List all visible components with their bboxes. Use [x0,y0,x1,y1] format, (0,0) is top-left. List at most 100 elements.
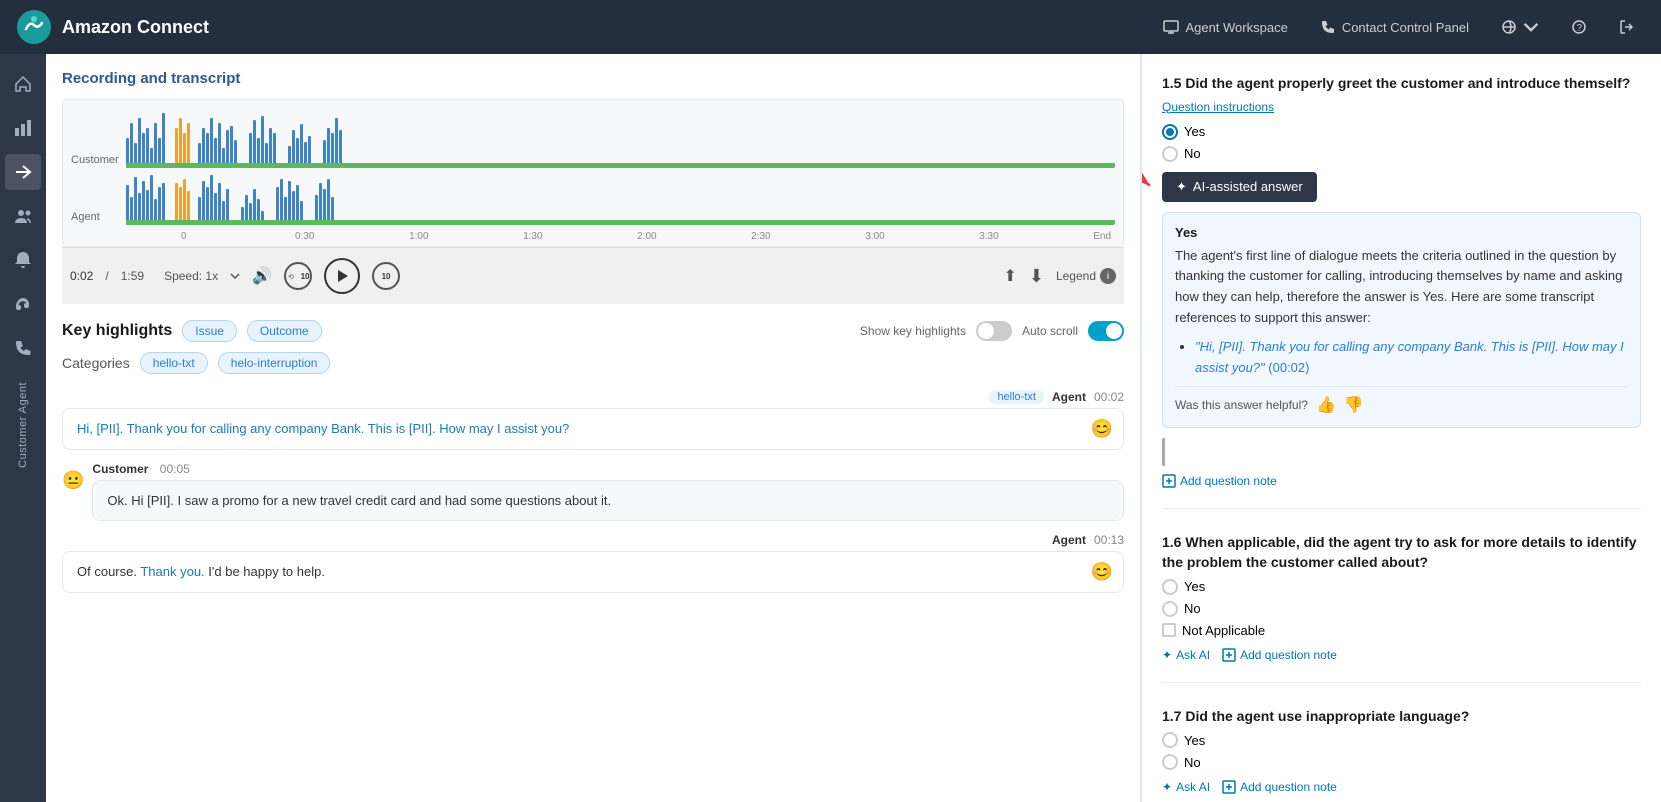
question-instructions-link[interactable]: Question instructions [1162,100,1641,114]
highlights-controls: Show key highlights Auto scroll [860,321,1124,341]
q1-6-actions: ✦ Ask AI Add question note [1162,648,1641,662]
question-1-6-text: 1.6 When applicable, did the agent try t… [1162,533,1641,572]
right-panel: 1.5 Did the agent properly greet the cus… [1141,54,1661,802]
legend-label: Legend [1056,269,1096,283]
q1-7-no-radio[interactable] [1162,754,1178,770]
agent-waveform-bars [126,170,1115,225]
sidebar-item-headset[interactable] [5,286,41,322]
transcript-time-2: 00:05 [160,462,190,476]
help-btn[interactable]: ? [1561,13,1597,41]
help-icon: ? [1571,19,1587,35]
ai-assisted-answer-btn[interactable]: ✦ AI-assisted answer [1162,172,1317,202]
add-note-label-1-7: Add question note [1240,780,1337,794]
transcript-time-1: 00:02 [1094,390,1124,404]
add-note-label-1-5: Add question note [1180,474,1277,488]
q1-6-no-option[interactable]: No [1162,601,1641,617]
q1-6-na-option[interactable]: Not Applicable [1162,623,1641,638]
legend-btn[interactable]: Legend i [1056,268,1116,284]
thumbs-down-btn[interactable]: 👎 [1344,395,1364,415]
ai-answer-label: Yes [1175,225,1628,240]
playback-controls: 0:02 / 1:59 Speed: 1x 🔊 ⟲ 10 10 ⬆ [62,247,1124,304]
sidebar-item-analytics[interactable] [5,110,41,146]
q1-7-no-option[interactable]: No [1162,754,1641,770]
sidebar-item-phone[interactable] [5,330,41,366]
note-icon [1162,474,1176,488]
sidebar: Customer Agent [0,54,46,802]
category-tag-hello-txt[interactable]: hello-txt [140,352,208,374]
question-1-7-text: 1.7 Did the agent use inappropriate lang… [1162,707,1641,727]
volume-icon[interactable]: 🔊 [252,266,272,286]
outcome-tag[interactable]: Outcome [247,320,322,342]
customer-waveform-bars [126,108,1115,168]
phone-icon [1320,19,1336,35]
sidebar-item-users[interactable] [5,198,41,234]
sparkle-ask-icon: ✦ [1162,648,1172,662]
q1-6-no-radio[interactable] [1162,601,1178,617]
skip-forward-btn[interactable]: 10 [372,262,400,290]
categories-row: Categories hello-txt helo-interruption [62,352,1124,374]
q1-5-yes-radio[interactable] [1162,124,1178,140]
question-1-5-text: 1.5 Did the agent properly greet the cus… [1162,74,1641,94]
left-panel: Recording and transcript Customer [46,54,1141,802]
transcript-time-3: 00:13 [1094,533,1124,547]
show-highlights-toggle[interactable] [976,321,1012,341]
q1-7-yes-option[interactable]: Yes [1162,732,1641,748]
highlights-header: Key highlights Issue Outcome Show key hi… [62,320,1124,342]
q1-7-yes-radio[interactable] [1162,732,1178,748]
chevron-down-speed-icon[interactable] [230,273,240,279]
customer-agent-label: Customer Agent [17,382,29,468]
globe-btn[interactable] [1491,13,1549,41]
ask-ai-btn-1-6[interactable]: ✦ Ask AI [1162,648,1210,662]
ask-ai-btn-1-7[interactable]: ✦ Ask AI [1162,780,1210,794]
skip-back-btn[interactable]: ⟲ 10 [284,262,312,290]
transcript-meta-1: hello-txt Agent 00:02 [62,390,1124,404]
auto-scroll-toggle[interactable] [1088,321,1124,341]
q1-5-yes-option[interactable]: Yes [1162,124,1641,140]
helpful-label: Was this answer helpful? [1175,398,1308,412]
top-nav: Amazon Connect Agent Workspace Contact C… [0,0,1661,54]
q1-5-no-option[interactable]: No [1162,146,1641,162]
q1-7-actions: ✦ Ask AI Add question note [1162,780,1641,794]
transcript-speaker-2: Customer [92,462,148,476]
recording-title: Recording and transcript [62,70,1124,87]
transcript-emoji-2: 😐 [62,470,84,491]
contact-control-panel-btn[interactable]: Contact Control Panel [1310,13,1479,41]
logout-btn[interactable] [1609,13,1645,41]
q1-6-yes-radio[interactable] [1162,579,1178,595]
highlights-section: Key highlights Issue Outcome Show key hi… [62,304,1124,613]
add-question-note-1-6[interactable]: Add question note [1222,648,1337,662]
transcript-tag-hello-txt: hello-txt [989,390,1044,404]
add-question-note-1-5[interactable]: Add question note [1162,474,1641,488]
issue-tag[interactable]: Issue [182,320,237,342]
category-tag-helo-interruption[interactable]: helo-interruption [218,352,331,374]
sidebar-item-notifications[interactable] [5,242,41,278]
note-icon-3 [1222,780,1236,794]
sparkle-ask-icon-2: ✦ [1162,780,1172,794]
speed-label: Speed: 1x [164,269,218,283]
download-icon[interactable]: ⬇ [1029,266,1044,287]
agent-workspace-btn[interactable]: Agent Workspace [1153,13,1297,41]
globe-icon [1501,19,1517,35]
sparkle-icon: ✦ [1176,179,1187,195]
svg-text:?: ? [1577,23,1583,34]
transcript-text-3: Of course. Thank you. I'd be happy to he… [77,564,325,579]
share-icon[interactable]: ⬆ [1003,266,1016,286]
q1-5-no-radio[interactable] [1162,146,1178,162]
ask-ai-label-1-6: Ask AI [1176,648,1210,662]
nav-logo: Amazon Connect [16,9,209,45]
transcript-bubble-1: Hi, [PII]. Thank you for calling any com… [62,408,1124,450]
q1-6-yes-option[interactable]: Yes [1162,579,1641,595]
transcript-text-2: Ok. Hi [PII]. I saw a promo for a new tr… [107,493,611,508]
chevron-down-icon [1523,19,1539,35]
play-button[interactable] [324,258,360,294]
sidebar-item-home[interactable] [5,66,41,102]
sidebar-item-routing[interactable] [5,154,41,190]
waveform-area[interactable]: Customer [62,99,1124,247]
transcript-bubble-2: Ok. Hi [PII]. I saw a promo for a new tr… [92,480,1124,522]
add-question-note-1-7[interactable]: Add question note [1222,780,1337,794]
q1-6-na-checkbox[interactable] [1162,623,1176,637]
ai-btn-label: AI-assisted answer [1193,179,1303,194]
section-divider [1162,438,1165,466]
thumbs-up-btn[interactable]: 👍 [1316,395,1336,415]
app-title: Amazon Connect [62,17,209,38]
